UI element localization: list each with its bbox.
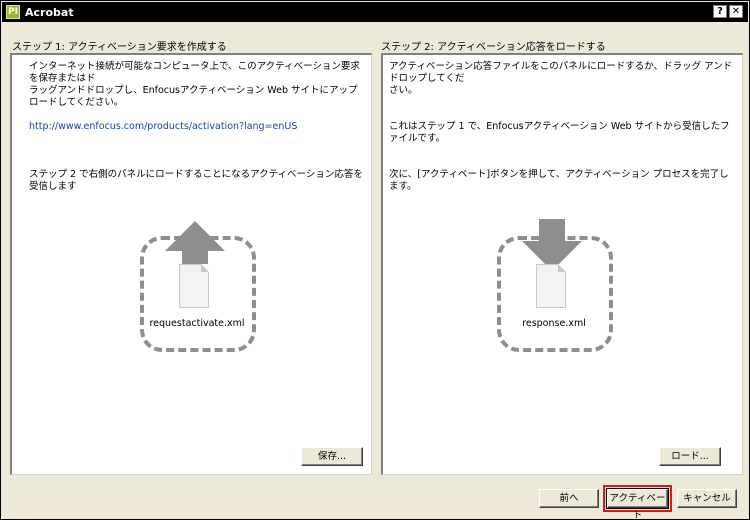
window-title: Acrobat [25, 5, 74, 19]
step1-title: ステップ 1: アクティベーション要求を作成する [12, 42, 227, 53]
request-file-icon[interactable] [179, 264, 209, 308]
response-panel[interactable]: アクティベーション応答ファイルをこのパネルにロードするか、ドラッグ アンド ドロ… [381, 53, 743, 475]
step1-instructions: インターネット接続が可能なコンピュータ上で、このアクティベーション要求を保存また… [29, 61, 360, 108]
close-button[interactable]: ✕ [729, 5, 743, 18]
load-button[interactable]: ロード... [659, 447, 721, 466]
request-file-name: requestactivate.xml [149, 318, 245, 329]
step2-instructions: アクティベーション応答ファイルをこのパネルにロードするか、ドラッグ アンド ドロ… [389, 61, 733, 96]
step2-note-1: これはステップ 1 で、Enfocusアクティベーション Web サイトから受信… [389, 121, 730, 144]
activate-button[interactable]: アクティベート [606, 488, 669, 519]
step2-note-2: 次に、[アクティベート]ボタンを押して、アクティベーション プロセスを完了します… [389, 169, 729, 192]
save-button[interactable]: 保存... [301, 447, 363, 466]
step1-note: ステップ 2 で右側のパネルにロードすることになるアクティベーション応答を受信し… [29, 169, 363, 192]
response-file-name: response.xml [522, 318, 586, 329]
activation-link[interactable]: http://www.enfocus.com/products/activati… [29, 121, 365, 133]
back-button[interactable]: 前へ [539, 489, 599, 508]
app-icon: PI [6, 5, 20, 19]
title-bar: PI Acrobat ? ✕ [2, 2, 748, 22]
cancel-button[interactable]: キャンセル [677, 489, 737, 508]
help-button[interactable]: ? [713, 5, 727, 18]
response-file-icon[interactable] [536, 264, 566, 308]
request-panel[interactable]: インターネット接続が可能なコンピュータ上で、このアクティベーション要求を保存また… [10, 53, 372, 475]
step2-title: ステップ 2: アクティベーション応答をロードする [381, 42, 606, 53]
activation-dialog: PI Acrobat ? ✕ ステップ 1: アクティベーション要求を作成する … [0, 0, 750, 520]
